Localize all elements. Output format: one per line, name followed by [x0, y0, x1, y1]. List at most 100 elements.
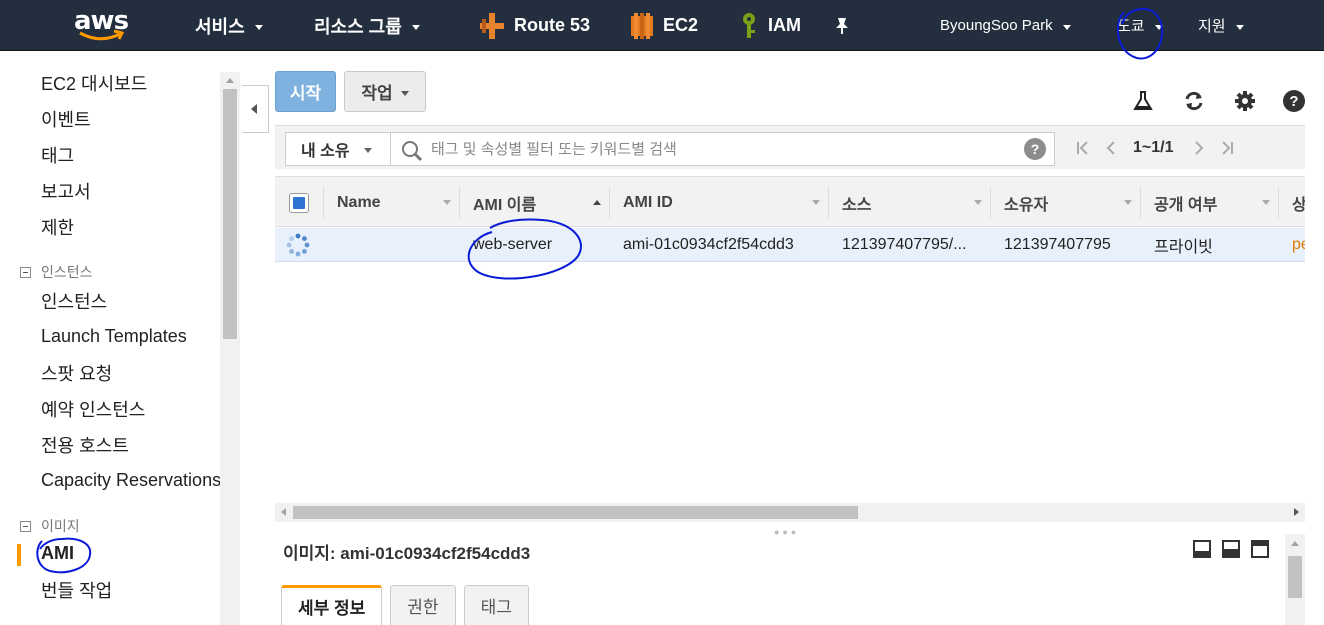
- sidebar-item-dedicated-hosts[interactable]: 전용 호스트: [41, 432, 129, 458]
- tab-details[interactable]: 세부 정보: [281, 585, 383, 625]
- scroll-left-icon[interactable]: [281, 508, 286, 516]
- chevron-down-icon: [1154, 24, 1163, 30]
- detail-scrollbar[interactable]: [1285, 534, 1305, 625]
- detail-pane-title: 이미지: ami-01c0934cf2f54cdd3: [283, 544, 531, 563]
- user-menu[interactable]: ByoungSoo Park: [940, 0, 1071, 51]
- collapse-sidebar-button[interactable]: [242, 85, 269, 133]
- top-navigation-bar: aws 서비스 리소스 그룹 Route 53 EC2 IAM ByoungSo…: [0, 0, 1324, 51]
- sidebar-scrollbar[interactable]: [220, 72, 240, 625]
- actions-dropdown[interactable]: 작업: [344, 71, 426, 112]
- cell-ami-name: web-server: [473, 236, 553, 253]
- layout-bottom-large-icon[interactable]: [1251, 540, 1269, 558]
- sidebar-item-events[interactable]: 이벤트: [41, 106, 91, 132]
- column-header-name[interactable]: Name: [323, 177, 459, 228]
- sidebar-group-label: 인스턴스: [41, 264, 93, 280]
- launch-button[interactable]: 시작: [275, 71, 336, 112]
- table-row[interactable]: web-server ami-01c0934cf2f54cdd3 1213974…: [275, 228, 1305, 262]
- chevron-down-icon: [363, 148, 372, 153]
- region-menu[interactable]: 도쿄: [1117, 0, 1163, 51]
- sidebar-group-instances[interactable]: 인스턴스: [20, 262, 93, 282]
- resource-groups-menu[interactable]: 리소스 그룹: [314, 0, 420, 51]
- scroll-up-icon[interactable]: [226, 78, 234, 83]
- gear-icon[interactable]: [1233, 89, 1257, 113]
- column-label: 소유자: [1004, 196, 1049, 214]
- scrollbar-thumb[interactable]: [293, 506, 858, 519]
- scrollbar-thumb[interactable]: [223, 89, 237, 339]
- scroll-right-icon[interactable]: [1294, 508, 1299, 516]
- sidebar-item-bundle-tasks[interactable]: 번들 작업: [41, 577, 112, 603]
- cell-name: [337, 228, 457, 262]
- sidebar-item-ec2-dashboard[interactable]: EC2 대시보드: [41, 70, 147, 96]
- pin-shortcuts-button[interactable]: [834, 0, 850, 51]
- flask-icon[interactable]: [1131, 89, 1155, 113]
- sidebar-item-spot-requests[interactable]: 스팟 요청: [41, 360, 112, 386]
- column-header-ami-id[interactable]: AMI ID: [609, 177, 828, 228]
- help-icon[interactable]: ?: [1282, 89, 1306, 113]
- collapse-icon: [20, 266, 31, 278]
- sidebar-item-capacity-reservations[interactable]: Capacity Reservations: [41, 470, 221, 491]
- cell-owner: 121397407795: [1004, 236, 1111, 253]
- scroll-up-icon[interactable]: [1291, 541, 1299, 546]
- pane-layout-switcher: [1193, 540, 1269, 558]
- sidebar-item-limits[interactable]: 제한: [41, 214, 74, 240]
- cell-source: 121397407795/...: [842, 236, 967, 253]
- pin-icon: [836, 17, 848, 34]
- column-label: AMI ID: [623, 193, 673, 211]
- support-menu[interactable]: 지원: [1198, 0, 1244, 51]
- main-content: 시작 작업 ? 내 소유 태그 및 속성별 필터 또는 키워드별 검색 ? 1~…: [269, 51, 1324, 625]
- scrollbar-thumb[interactable]: [1288, 556, 1302, 598]
- iam-label: IAM: [768, 15, 801, 35]
- filter-bar: 내 소유 ? 1~1/1: [275, 125, 1305, 169]
- first-page-icon[interactable]: [1075, 140, 1091, 156]
- column-header-visibility[interactable]: 공개 여부: [1140, 177, 1278, 228]
- active-indicator: [17, 544, 21, 566]
- layout-bottom-half-icon[interactable]: [1222, 540, 1240, 558]
- table-horizontal-scrollbar[interactable]: [275, 503, 1305, 522]
- tab-tags[interactable]: 태그: [463, 585, 529, 625]
- svg-text:?: ?: [1289, 93, 1298, 110]
- shortcut-ec2[interactable]: EC2: [631, 0, 698, 51]
- shortcut-iam[interactable]: IAM: [740, 0, 801, 51]
- layout-bottom-small-icon[interactable]: [1193, 540, 1211, 558]
- select-all-checkbox[interactable]: [289, 193, 309, 213]
- sidebar-item-reserved-instances[interactable]: 예약 인스턴스: [41, 396, 145, 422]
- user-name: ByoungSoo Park: [940, 17, 1053, 34]
- pagination: 1~1/1: [1075, 126, 1235, 170]
- sidebar-group-label: 이미지: [41, 518, 80, 534]
- last-page-icon[interactable]: [1219, 140, 1235, 156]
- help-icon[interactable]: ?: [1024, 138, 1046, 160]
- sidebar-item-tags[interactable]: 태그: [41, 142, 74, 168]
- owner-filter-select[interactable]: 내 소유: [285, 132, 391, 166]
- route53-icon: [480, 12, 504, 39]
- loading-spinner-icon: [286, 233, 310, 257]
- sidebar-item-reports[interactable]: 보고서: [41, 178, 91, 204]
- column-header-ami-name[interactable]: AMI 이름: [459, 177, 609, 228]
- resource-groups-label: 리소스 그룹: [314, 16, 402, 37]
- sidebar-item-ami[interactable]: AMI: [41, 543, 74, 564]
- aws-logo[interactable]: aws: [74, 6, 130, 44]
- collapse-icon: [20, 520, 31, 532]
- chevron-down-icon: [1235, 24, 1244, 30]
- column-label: 소스: [842, 196, 872, 214]
- column-header-source[interactable]: 소스: [828, 177, 990, 228]
- sidebar-group-images[interactable]: 이미지: [20, 516, 80, 536]
- column-header-status[interactable]: 상: [1278, 177, 1305, 228]
- support-label: 지원: [1198, 18, 1226, 35]
- shortcut-route53[interactable]: Route 53: [480, 0, 590, 51]
- aws-smile-icon: [79, 29, 125, 41]
- column-header-owner[interactable]: 소유자: [990, 177, 1140, 228]
- region-label: 도쿄: [1117, 18, 1145, 35]
- tab-permissions[interactable]: 권한: [390, 585, 456, 625]
- sidebar-item-instances[interactable]: 인스턴스: [41, 288, 107, 314]
- sidebar-item-launch-templates[interactable]: Launch Templates: [41, 326, 187, 347]
- previous-page-icon[interactable]: [1103, 140, 1119, 156]
- detail-tabs: 세부 정보 권한 태그: [281, 585, 529, 625]
- search-input[interactable]: [431, 133, 1011, 165]
- pane-resize-handle[interactable]: ●●●: [774, 527, 799, 537]
- refresh-icon[interactable]: [1182, 89, 1206, 113]
- services-menu[interactable]: 서비스: [195, 0, 263, 51]
- pagination-range: 1~1/1: [1133, 139, 1174, 156]
- chevron-down-icon: [400, 90, 409, 96]
- column-label: Name: [337, 193, 381, 211]
- next-page-icon[interactable]: [1191, 140, 1207, 156]
